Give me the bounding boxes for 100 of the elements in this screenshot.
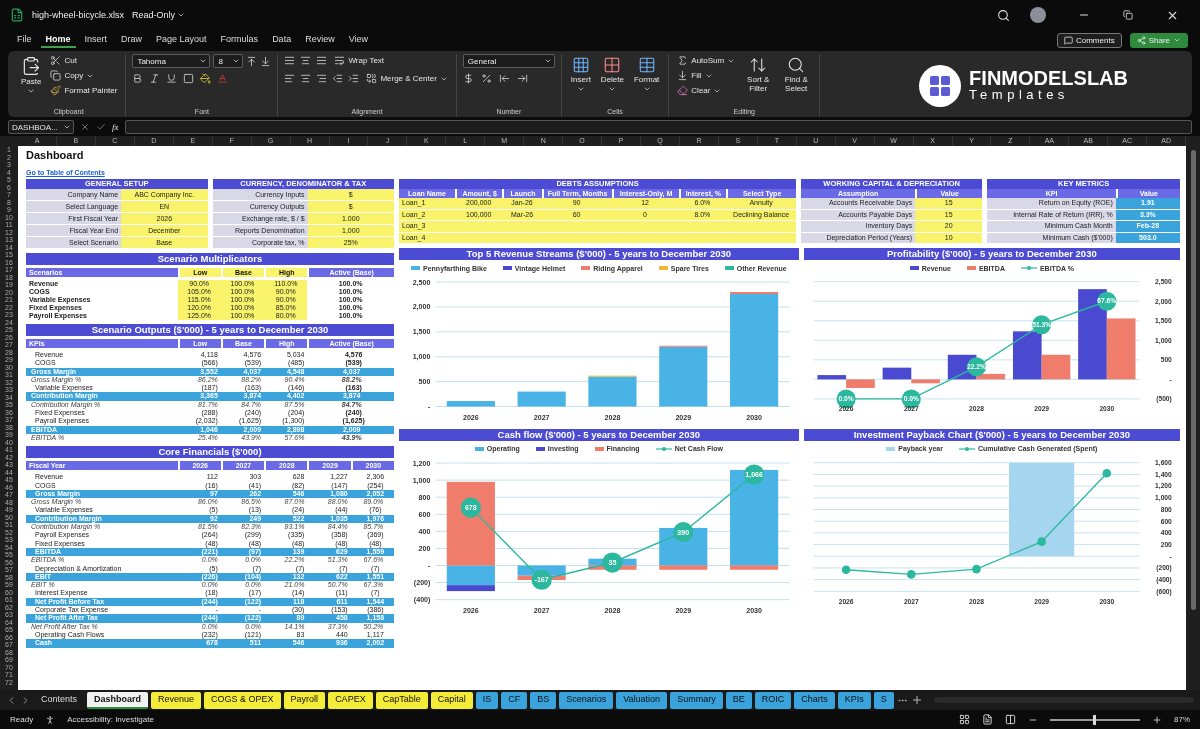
zoom-in-icon[interactable] <box>1152 714 1162 725</box>
comments-button[interactable]: Comments <box>1056 32 1122 48</box>
sheet-tab[interactable]: Payroll <box>283 691 326 709</box>
data-label: 678 <box>464 503 477 512</box>
tick-label: 1,000 <box>412 353 431 362</box>
page-break-icon[interactable] <box>1005 714 1016 725</box>
tick-label: (200) <box>413 578 431 587</box>
search-icon[interactable] <box>997 8 1010 22</box>
sheet-tab[interactable]: CF <box>501 691 528 709</box>
number-format-field[interactable]: General <box>462 54 555 68</box>
align-left-icon[interactable] <box>284 73 296 84</box>
delete-button[interactable]: Delete <box>597 54 627 96</box>
table-title: Scenario Multiplicators <box>26 253 394 265</box>
fill-button[interactable]: Fill <box>675 69 738 82</box>
align-center-icon[interactable] <box>300 73 312 84</box>
merge-icon <box>366 73 378 84</box>
sheet-tab[interactable]: Revenue <box>151 691 202 709</box>
zoom-thumb[interactable] <box>1093 714 1097 725</box>
sheet-title: Dashboard <box>26 149 85 161</box>
insert-button[interactable]: Insert <box>567 54 594 96</box>
check-icon[interactable] <box>96 122 106 132</box>
menu-tab[interactable]: View <box>343 32 373 48</box>
menu-tab[interactable]: Formulas <box>215 32 264 48</box>
sheet-tab[interactable]: COGS & OPEX <box>204 691 281 709</box>
font-color-icon[interactable] <box>217 73 229 84</box>
cut-button[interactable]: Cut <box>48 54 120 67</box>
italic-icon[interactable] <box>149 73 161 84</box>
tick-label: - <box>428 403 431 412</box>
borders-icon[interactable] <box>183 73 195 84</box>
increase-indent-icon[interactable] <box>348 73 360 84</box>
eraser-icon <box>677 85 689 96</box>
sheet-tab[interactable]: S <box>873 691 894 709</box>
format-painter-button[interactable]: Format Painter <box>48 84 120 97</box>
menu-tab[interactable]: File <box>12 32 37 48</box>
add-sheet-icon[interactable] <box>910 694 923 706</box>
data-point <box>906 569 916 579</box>
zoom-level: 87% <box>1174 715 1190 724</box>
share-button[interactable]: Share <box>1129 32 1188 48</box>
bold-icon[interactable] <box>132 73 144 84</box>
menu-tab[interactable]: Draw <box>116 32 148 48</box>
table-title: Scenario Outputs ($'000) - 5 years to December 2030 <box>26 324 394 336</box>
paste-button[interactable]: Paste <box>18 54 45 98</box>
name-box[interactable]: DASHBOA... <box>8 120 74 134</box>
percent-icon[interactable] <box>480 73 492 84</box>
sheet-tab[interactable]: Summary <box>670 691 723 709</box>
autosum-button[interactable]: AutoSum <box>675 54 738 67</box>
tick-label: - <box>428 561 431 570</box>
arrow-left-icon[interactable] <box>498 73 510 84</box>
sheet-tab[interactable]: KPIs <box>837 691 871 709</box>
menu-tab[interactable]: Page Layout <box>151 32 212 48</box>
sheet-tab[interactable]: IS <box>475 691 499 709</box>
dollar-icon[interactable] <box>462 73 474 84</box>
menu-tab[interactable]: Home <box>40 32 76 48</box>
data-label: 390 <box>677 528 690 537</box>
copy-button[interactable]: Copy <box>48 69 120 82</box>
arrow-down-icon <box>677 70 689 81</box>
wrap-text-button[interactable]: Wrap Text <box>332 54 387 67</box>
insert-function-button[interactable]: fx <box>112 122 119 132</box>
merge-center-button[interactable]: Merge & Center <box>364 72 450 85</box>
caret-icon <box>1173 36 1181 44</box>
restore-icon[interactable] <box>1123 10 1133 20</box>
font-size-field[interactable]: 8 <box>213 54 244 68</box>
align-right-icon[interactable] <box>316 73 328 84</box>
sheet-tab[interactable]: BE <box>725 691 752 709</box>
scrollbar-thumb[interactable] <box>1190 150 1196 610</box>
data-point <box>673 521 694 543</box>
align-middle-icon[interactable] <box>300 55 312 66</box>
clear-button[interactable]: Clear <box>675 84 738 97</box>
format-button[interactable]: Format <box>631 54 663 96</box>
sheet-tab[interactable]: Capital <box>430 691 473 709</box>
find-select-button[interactable]: Find & Select <box>779 54 814 96</box>
sheet-tab[interactable]: BS <box>530 691 557 709</box>
fill-color-icon[interactable] <box>200 73 212 84</box>
tick-label: 2026 <box>462 413 479 422</box>
sheet-tab[interactable]: CAPEX <box>328 691 373 709</box>
menu-tab[interactable]: Data <box>267 32 297 48</box>
sheet-tab[interactable]: Valuation <box>616 691 668 709</box>
menu-tab[interactable]: Insert <box>79 32 113 48</box>
tick-label: 400 <box>418 527 431 536</box>
cancel-icon[interactable] <box>80 122 90 132</box>
decrease-indent-icon[interactable] <box>332 73 344 84</box>
sheet-tab[interactable]: CapTable <box>375 691 428 709</box>
menu-tab[interactable]: Review <box>300 32 340 48</box>
normal-view-icon[interactable] <box>959 714 970 725</box>
sheet-tab[interactable]: Contents <box>34 691 85 709</box>
arrow-right-icon[interactable] <box>516 73 528 84</box>
sheet-tab[interactable]: Scenarios <box>559 691 614 709</box>
sort-filter-button[interactable]: Sort & Filter <box>741 54 776 96</box>
underline-icon[interactable] <box>166 73 178 84</box>
page-layout-icon[interactable] <box>982 714 993 725</box>
sheet-tab[interactable]: Charts <box>794 691 835 709</box>
chart-title: Investment Payback Chart ($'000) - 5 years to December 2030 <box>803 428 1180 441</box>
formula-input[interactable] <box>124 120 1192 134</box>
font-name-field[interactable]: Tahoma <box>132 54 211 68</box>
read-only-dropdown[interactable]: Read-Only <box>132 10 186 20</box>
sheet-tab[interactable]: ROIC <box>754 691 792 709</box>
accessibility-status[interactable]: Accessibility: Investigate <box>67 715 154 724</box>
sheet-tab[interactable]: Dashboard <box>87 691 149 709</box>
paintbrush-icon <box>50 85 62 96</box>
tick-label: 2,000 <box>412 303 431 312</box>
